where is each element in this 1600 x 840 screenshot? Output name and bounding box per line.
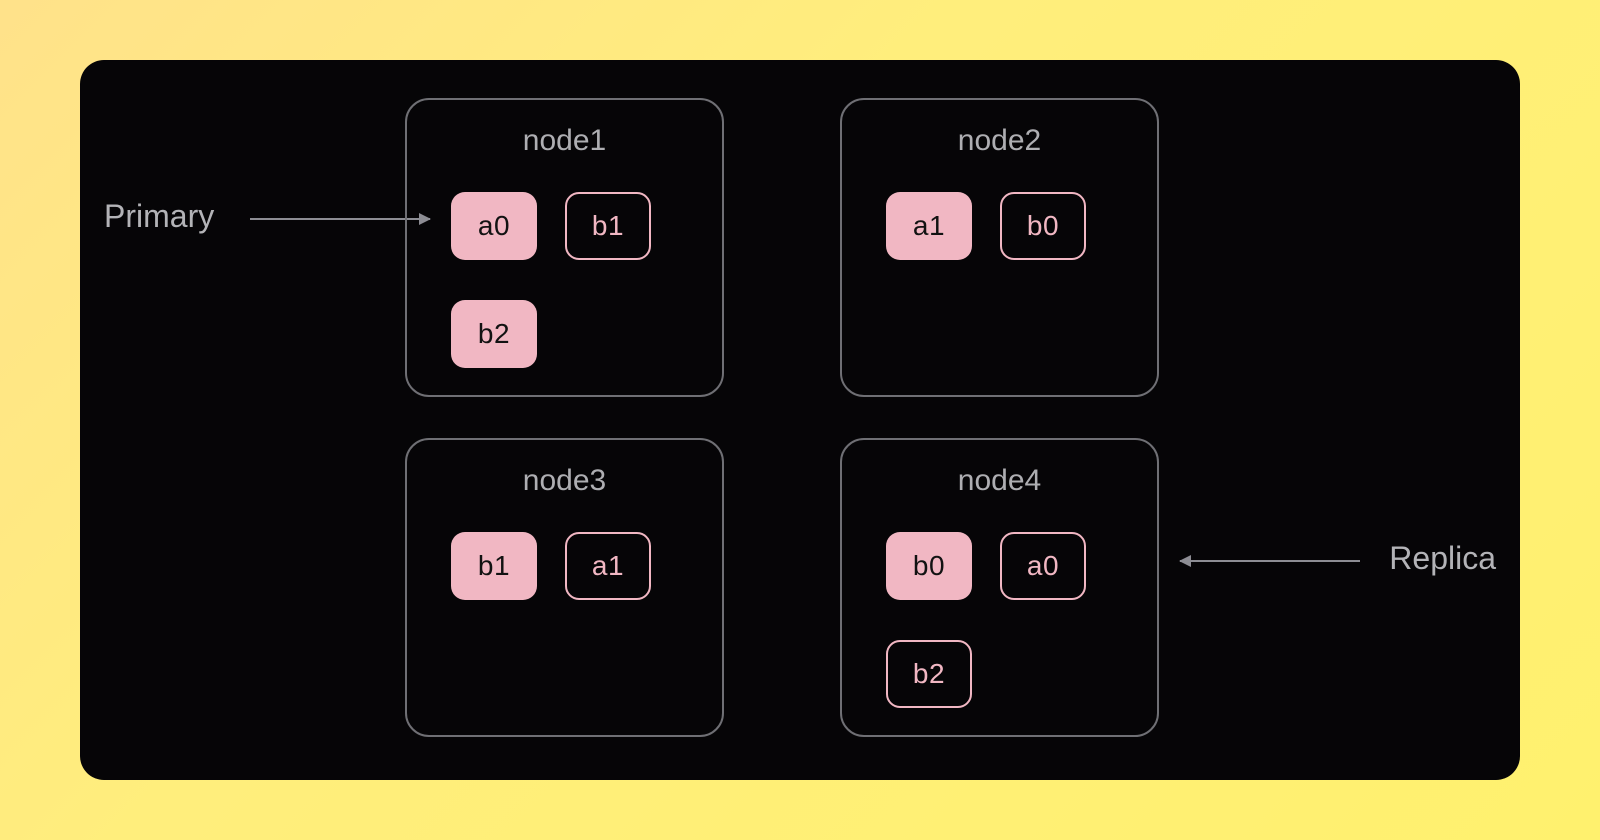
shard-primary: b1 <box>451 532 537 600</box>
shard-primary: b0 <box>886 532 972 600</box>
node-node4: node4 b0 a0 b2 <box>840 438 1159 737</box>
shard-replica: b2 <box>886 640 972 708</box>
node-node1: node1 a0 b1 b2 <box>405 98 724 397</box>
shard-primary: a1 <box>886 192 972 260</box>
node-node2: node2 a1 b0 <box>840 98 1159 397</box>
shard-primary: b2 <box>451 300 537 368</box>
shard-replica: a1 <box>565 532 651 600</box>
replica-arrow <box>1180 560 1360 562</box>
diagram-panel: Primary Replica node1 a0 b1 b2 node2 a1 … <box>80 60 1520 780</box>
node-title: node2 <box>842 124 1157 158</box>
primary-arrow <box>250 218 430 220</box>
shard-replica: b0 <box>1000 192 1086 260</box>
shard-replica: b1 <box>565 192 651 260</box>
node-node3: node3 b1 a1 <box>405 438 724 737</box>
node-title: node4 <box>842 464 1157 498</box>
primary-label: Primary <box>104 198 214 235</box>
replica-label: Replica <box>1389 540 1496 577</box>
node-title: node3 <box>407 464 722 498</box>
node-title: node1 <box>407 124 722 158</box>
shard-replica: a0 <box>1000 532 1086 600</box>
shard-primary: a0 <box>451 192 537 260</box>
